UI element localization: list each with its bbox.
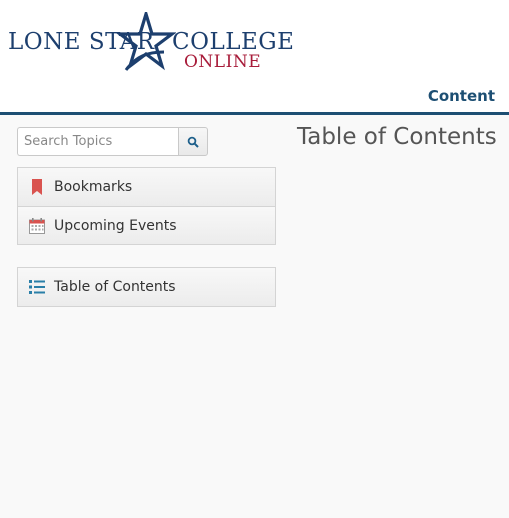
bookmark-icon — [28, 178, 46, 196]
search-icon — [187, 136, 199, 148]
search-bar — [17, 127, 208, 156]
page-title: Table of Contents — [297, 124, 497, 150]
content-nav-link[interactable]: Content — [428, 87, 495, 105]
tools-panel: Bookmarks Upcoming Events — [17, 167, 276, 245]
star-icon — [115, 12, 176, 71]
upcoming-events-label: Upcoming Events — [54, 217, 177, 234]
toc-panel: Table of Contents — [17, 267, 276, 307]
search-button[interactable] — [178, 127, 208, 156]
lone-star-college-online-logo[interactable]: LONE STAR COLLEGE ONLINE — [6, 12, 294, 76]
bookmarks-label: Bookmarks — [54, 179, 133, 195]
upcoming-events-link[interactable]: Upcoming Events — [18, 206, 275, 244]
table-of-contents-label: Table of Contents — [54, 279, 176, 295]
bookmarks-link[interactable]: Bookmarks — [18, 168, 275, 206]
header: LONE STAR COLLEGE ONLINE Content — [0, 0, 509, 115]
logo-text-online: ONLINE — [184, 52, 262, 72]
calendar-icon — [28, 217, 46, 235]
table-of-contents-link[interactable]: Table of Contents — [18, 268, 275, 306]
list-icon — [28, 278, 46, 296]
search-input[interactable] — [17, 127, 178, 156]
